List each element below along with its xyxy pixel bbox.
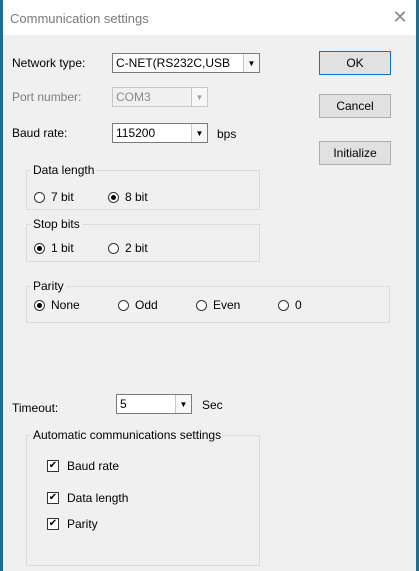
parity-even-radio[interactable]: Even [196, 298, 240, 312]
dialog-body: Network type: C-NET(RS232C,USB ▼ Port nu… [3, 35, 416, 571]
network-type-dropdown[interactable]: C-NET(RS232C,USB ▼ [112, 53, 260, 73]
radio-unselected-icon [34, 191, 45, 203]
port-number-dropdown[interactable]: COM3 ▼ [112, 87, 208, 107]
baud-rate-value: 115200 [116, 126, 156, 140]
radio-label: None [51, 298, 80, 312]
baud-rate-dropdown[interactable]: 115200 ▼ [112, 123, 208, 143]
timeout-label: Timeout: [12, 401, 59, 415]
communication-settings-dialog: Communication settings ✕ Network type: C… [0, 0, 419, 571]
radio-label: Even [213, 298, 241, 312]
stop-bits-1bit-radio[interactable]: 1 bit [34, 241, 74, 255]
auto-data-length-checkbox[interactable]: ✔ Data length [47, 491, 128, 505]
data-length-legend: Data length [33, 163, 95, 177]
radio-unselected-icon [278, 299, 289, 311]
data-length-7bit-radio[interactable]: 7 bit [34, 190, 74, 204]
timeout-dropdown[interactable]: 5 ▼ [116, 394, 192, 414]
radio-selected-icon [34, 242, 45, 254]
radio-label: Odd [135, 298, 158, 312]
checkmark-icon: ✔ [47, 492, 59, 504]
cancel-button[interactable]: Cancel [319, 94, 391, 118]
radio-label: 7 bit [51, 190, 74, 204]
radio-label: 1 bit [51, 241, 74, 255]
checkbox-label: Baud rate [67, 459, 120, 473]
stop-bits-legend: Stop bits [33, 217, 80, 231]
network-type-value: C-NET(RS232C,USB [116, 56, 231, 70]
title-bar: Communication settings ✕ [3, 0, 416, 35]
close-icon[interactable]: ✕ [386, 4, 414, 30]
stop-bits-group: Stop bits [26, 217, 260, 262]
timeout-value: 5 [120, 397, 127, 411]
parity-odd-radio[interactable]: Odd [118, 298, 158, 312]
checkbox-label: Parity [67, 517, 98, 531]
radio-selected-icon [108, 191, 119, 203]
chevron-down-icon: ▼ [175, 395, 191, 413]
baud-rate-label: Baud rate: [12, 126, 68, 140]
auto-settings-legend: Automatic communications settings [33, 428, 222, 442]
network-type-label: Network type: [12, 56, 86, 70]
radio-label: 8 bit [125, 190, 148, 204]
checkbox-label: Data length [67, 491, 129, 505]
parity-none-radio[interactable]: None [34, 298, 80, 312]
parity-legend: Parity [33, 279, 64, 293]
chevron-down-icon: ▼ [191, 124, 207, 142]
window-title: Communication settings [10, 11, 149, 26]
radio-unselected-icon [118, 299, 129, 311]
stop-bits-2bit-radio[interactable]: 2 bit [108, 241, 148, 255]
chevron-down-icon: ▼ [191, 88, 207, 106]
parity-zero-radio[interactable]: 0 [278, 298, 302, 312]
baud-rate-unit: bps [217, 127, 237, 141]
checkmark-icon: ✔ [47, 460, 59, 472]
chevron-down-icon: ▼ [243, 54, 259, 72]
auto-baud-rate-checkbox[interactable]: ✔ Baud rate [47, 459, 119, 473]
radio-label: 0 [295, 298, 302, 312]
ok-button[interactable]: OK [319, 51, 391, 75]
radio-label: 2 bit [125, 241, 148, 255]
radio-unselected-icon [196, 299, 207, 311]
radio-selected-icon [34, 299, 45, 311]
auto-parity-checkbox[interactable]: ✔ Parity [47, 517, 98, 531]
checkmark-icon: ✔ [47, 518, 59, 530]
data-length-8bit-radio[interactable]: 8 bit [108, 190, 148, 204]
port-number-value: COM3 [116, 90, 151, 104]
port-number-label: Port number: [12, 90, 82, 104]
timeout-unit: Sec [202, 398, 223, 412]
radio-unselected-icon [108, 242, 119, 254]
initialize-button[interactable]: Initialize [319, 141, 391, 165]
